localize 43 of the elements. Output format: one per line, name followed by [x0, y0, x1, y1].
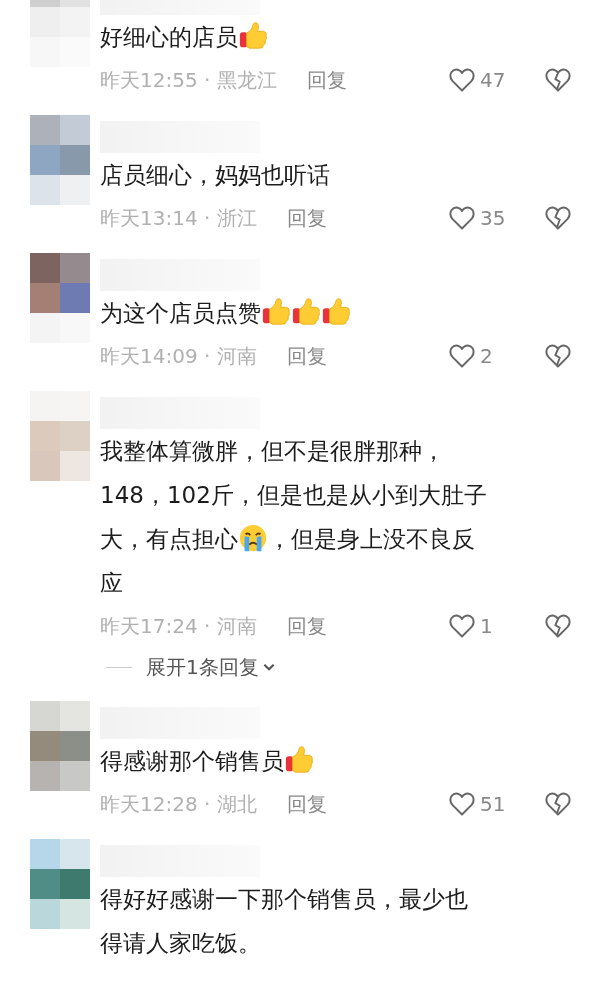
like-count: 1 — [480, 614, 494, 638]
broken-heart-icon[interactable] — [544, 612, 572, 640]
reply-link[interactable]: 回复 — [286, 204, 327, 232]
like-count: 35 — [480, 206, 507, 230]
broken-heart-icon[interactable] — [544, 342, 572, 370]
thumbs-up-icon — [291, 296, 321, 327]
comment-text: 大，有点担心 — [100, 526, 238, 552]
like-count: 51 — [480, 792, 507, 816]
timestamp-location: 昨天17:24 · 河南 — [100, 612, 257, 640]
heart-icon[interactable] — [448, 204, 476, 232]
timestamp-location: 昨天14:09 · 河南 — [100, 342, 257, 370]
comment-text: 应 — [100, 570, 123, 596]
broken-heart-icon[interactable] — [544, 204, 572, 232]
reply-link[interactable]: 回复 — [306, 66, 347, 94]
comment-text: 得感谢那个销售员 — [100, 748, 284, 774]
reply-link[interactable]: 回复 — [286, 342, 327, 370]
reply-link[interactable]: 回复 — [286, 790, 327, 818]
comment-text: ，但是身上没不良反 — [268, 526, 475, 552]
heart-icon[interactable] — [448, 612, 476, 640]
broken-heart-icon[interactable] — [544, 66, 572, 94]
broken-heart-icon[interactable] — [544, 790, 572, 818]
comment-text: 我整体算微胖，但不是很胖那种， — [100, 438, 445, 464]
thumbs-up-icon — [261, 296, 291, 327]
comment-text: 好细心的店员 — [100, 24, 238, 50]
timestamp-location: 昨天12:55 · 黑龙江 — [100, 66, 277, 94]
thumbs-up-icon — [321, 296, 351, 327]
thumbs-up-icon — [284, 744, 314, 775]
timestamp-location: 昨天12:28 · 湖北 — [100, 790, 257, 818]
comment-text: 得好好感谢一下那个销售员，最少也 — [100, 886, 468, 912]
thumbs-up-icon — [238, 20, 268, 51]
comment-text: 为这个店员点赞 — [100, 300, 261, 326]
comment-text: 得请人家吃饭。 — [100, 930, 261, 956]
timestamp-location: 昨天13:14 · 浙江 — [100, 204, 257, 232]
expand-replies-link[interactable]: 展开1条回复 — [146, 653, 259, 681]
like-count: 2 — [480, 344, 494, 368]
crying-face-icon — [238, 522, 268, 553]
like-count: 47 — [480, 68, 507, 92]
heart-icon[interactable] — [448, 66, 476, 94]
reply-link[interactable]: 回复 — [286, 612, 327, 640]
comment-text: 148，102斤，但是也是从小到大肚子 — [100, 482, 487, 508]
heart-icon[interactable] — [448, 342, 476, 370]
comment-text: 店员细心，妈妈也听话 — [100, 162, 330, 188]
heart-icon[interactable] — [448, 790, 476, 818]
